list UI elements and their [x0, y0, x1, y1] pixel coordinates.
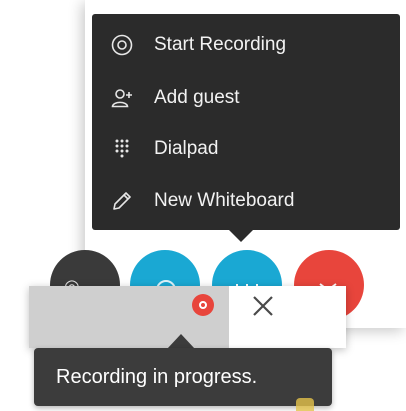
recording-tooltip: Recording in progress. — [34, 348, 332, 406]
call-screen: ◎ Start Recording — [0, 0, 406, 411]
pencil-icon — [113, 192, 131, 210]
menu-item-start-recording[interactable]: Start Recording — [92, 20, 400, 70]
tooltip-text: Recording in progress. — [56, 366, 258, 388]
menu-item-label: New Whiteboard — [154, 190, 295, 211]
add-user-icon — [111, 89, 132, 108]
menu-item-new-whiteboard[interactable]: New Whiteboard — [92, 176, 400, 226]
dialpad-icon — [115, 139, 129, 158]
menu-item-add-guest[interactable]: Add guest — [92, 73, 400, 123]
recording-indicator-icon[interactable] — [192, 294, 214, 316]
background-element — [296, 398, 314, 411]
menu-pointer — [228, 229, 254, 242]
menu-item-dialpad[interactable]: Dialpad — [92, 124, 400, 174]
call-options-menu: Start Recording Add guest Dialpad New Wh… — [92, 14, 400, 230]
record-icon — [111, 34, 133, 56]
tooltip-pointer — [167, 334, 195, 349]
menu-item-label: Start Recording — [154, 34, 287, 55]
close-icon[interactable] — [247, 290, 279, 322]
menu-item-label: Dialpad — [154, 138, 219, 159]
menu-item-label: Add guest — [154, 87, 240, 108]
